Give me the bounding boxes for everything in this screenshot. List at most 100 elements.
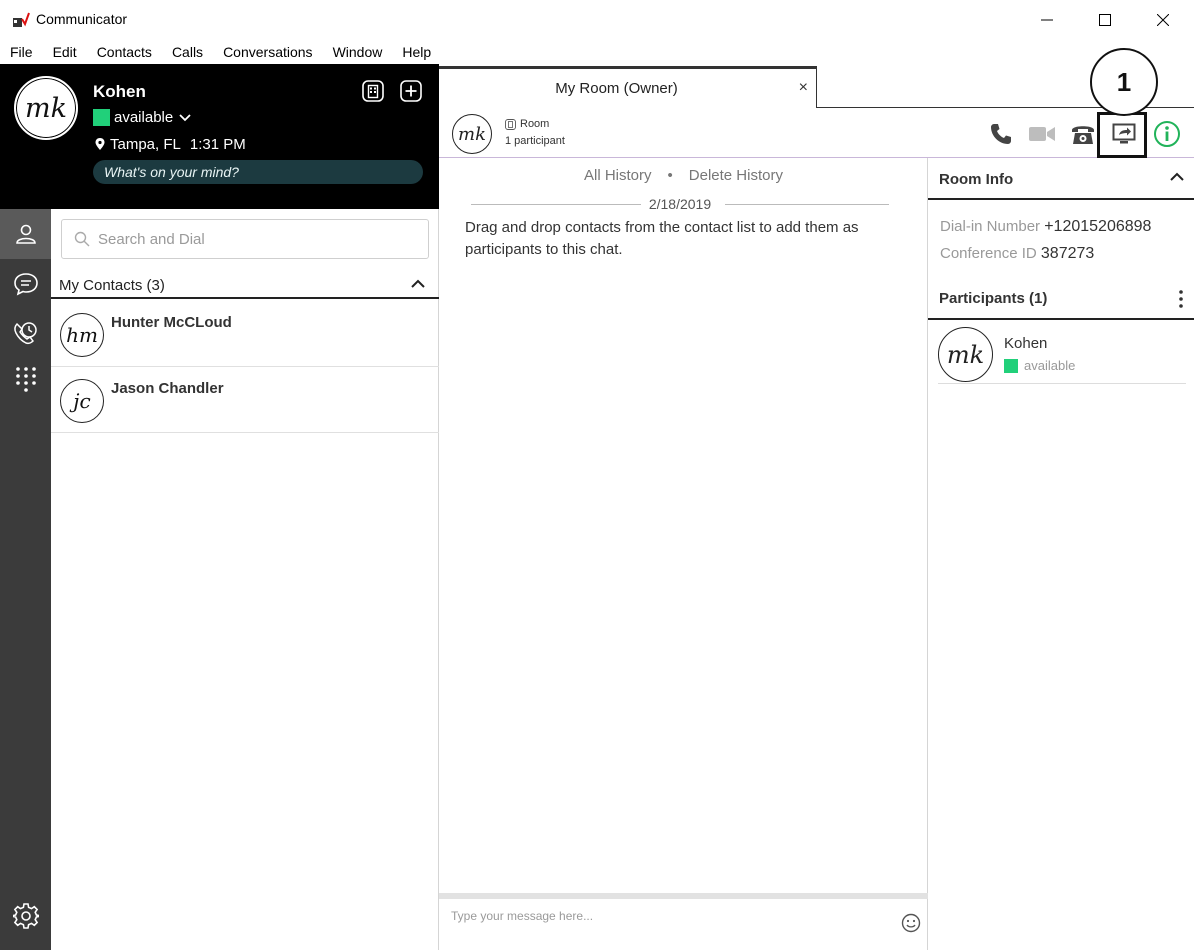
contact-avatar: jc [60, 379, 104, 423]
participant-status: available [1004, 358, 1075, 373]
date-line-right [725, 204, 889, 205]
callout-number: 1 [1090, 48, 1158, 116]
contacts-icon [15, 224, 36, 244]
history-links: All History • Delete History [439, 167, 928, 184]
dialin-value[interactable]: +12015206898 [1044, 218, 1151, 235]
call-history-icon [13, 322, 37, 345]
chevron-up-icon[interactable] [1170, 172, 1184, 182]
rail-chat-button[interactable] [0, 259, 51, 309]
menu-conversations[interactable]: Conversations [223, 44, 313, 60]
close-window-button[interactable] [1134, 0, 1192, 40]
participant-avatar: mk [938, 327, 993, 382]
date-separator: 2/18/2019 [471, 196, 889, 214]
presence-dropdown[interactable]: available [93, 109, 191, 126]
maximize-icon [1099, 14, 1111, 26]
dialpad-icon [15, 367, 36, 392]
menu-edit[interactable]: Edit [53, 44, 77, 60]
settings-button[interactable] [0, 891, 51, 941]
participant-status-label: available [1024, 358, 1076, 373]
building-icon [505, 118, 516, 130]
room-type: Room [505, 118, 549, 130]
menu-file[interactable]: File [10, 44, 33, 60]
presence-indicator [93, 109, 110, 126]
message-input[interactable] [451, 909, 891, 923]
message-composer [439, 899, 928, 950]
contact-list-item[interactable]: hm Hunter McCLoud [51, 301, 439, 367]
chat-icon [13, 273, 38, 296]
room-type-label: Room [520, 118, 550, 130]
empty-chat-hint: Drag and drop contacts from the contact … [465, 219, 859, 258]
rail-history-button[interactable] [0, 309, 51, 359]
phone-icon [991, 124, 1011, 144]
room-info-header[interactable]: Room Info [928, 158, 1194, 200]
contact-name: Jason Chandler [111, 380, 224, 397]
rail-dialpad-button[interactable] [0, 354, 51, 404]
menu-contacts[interactable]: Contacts [97, 44, 152, 60]
navigation-rail [0, 209, 51, 950]
menu-window[interactable]: Window [333, 44, 383, 60]
search-icon [74, 231, 90, 247]
presence-indicator [1004, 358, 1018, 373]
conference-id-value[interactable]: 387273 [1041, 245, 1094, 262]
presence-label: available [114, 109, 174, 126]
close-icon [1157, 14, 1169, 26]
window-title: Communicator [36, 11, 128, 27]
emoji-icon[interactable] [901, 913, 921, 933]
room-info-panel: Room Info Dial-in Number +12015206898 Co… [928, 158, 1194, 950]
search-box[interactable] [61, 219, 429, 259]
video-camera-icon [1029, 127, 1055, 141]
menu-calls[interactable]: Calls [172, 44, 203, 60]
menu-bar: File Edit Contacts Calls Conversations W… [0, 40, 1194, 64]
profile-header: mk Kohen available Tampa, FL 1:31 PM Wha… [0, 64, 439, 209]
participants-title: Participants (1) [939, 290, 1048, 307]
mood-input[interactable]: What's on your mind? [93, 160, 423, 184]
audio-call-button[interactable] [987, 120, 1015, 148]
desk-phone-icon [1072, 126, 1094, 144]
rail-contacts-button[interactable] [0, 209, 51, 259]
minimize-button[interactable] [1018, 0, 1076, 40]
more-options-icon[interactable] [1178, 288, 1184, 310]
video-call-button[interactable] [1028, 120, 1056, 148]
menu-help[interactable]: Help [402, 44, 431, 60]
all-history-link[interactable]: All History [584, 167, 652, 184]
profile-avatar[interactable]: mk [14, 76, 78, 140]
participants-header: Participants (1) [928, 284, 1194, 320]
conference-id-label: Conference ID [940, 245, 1037, 262]
search-input[interactable] [98, 230, 418, 248]
tab-my-room[interactable]: My Room (Owner) × [439, 66, 817, 108]
tab-close-button[interactable]: × [799, 79, 808, 97]
dialin-label: Dial-in Number [940, 218, 1041, 235]
app-icon [13, 12, 30, 27]
maximize-button[interactable] [1076, 0, 1134, 40]
location: Tampa, FL 1:31 PM [95, 136, 246, 153]
location-city: Tampa, FL [110, 136, 181, 153]
location-pin-icon [95, 138, 105, 150]
history-separator: • [667, 167, 673, 184]
delete-history-link[interactable]: Delete History [689, 167, 783, 184]
contact-group-header[interactable]: My Contacts (3) [51, 273, 439, 299]
building-icon[interactable] [362, 80, 384, 102]
desk-phone-button[interactable] [1069, 120, 1097, 148]
title-bar: Communicator [0, 0, 1194, 40]
contact-name: Hunter McCLoud [111, 314, 232, 331]
participant-item[interactable]: mk Kohen available [938, 322, 1186, 384]
room-info-title: Room Info [939, 171, 1014, 188]
contacts-pane: My Contacts (3) hm Hunter McCLoud jc Jas… [51, 209, 439, 950]
dialin-number-row: Dial-in Number +12015206898 [940, 218, 1151, 236]
participant-name: Kohen [1004, 335, 1048, 352]
local-time: 1:31 PM [189, 136, 246, 153]
chat-pane: All History • Delete History 2/18/2019 Dra… [439, 158, 928, 894]
room-avatar: mk [452, 114, 492, 154]
minimize-icon [1041, 19, 1053, 21]
room-info-button[interactable] [1153, 120, 1181, 148]
room-header: mk Room 1 participant [439, 108, 1194, 158]
chevron-up-icon[interactable] [411, 279, 425, 289]
settings-icon [12, 903, 39, 929]
contact-group-label: My Contacts (3) [59, 276, 165, 294]
conversation-tabs: My Room (Owner) × [439, 64, 1194, 108]
callout-highlight-box [1097, 112, 1147, 158]
participant-count: 1 participant [505, 135, 565, 147]
add-icon[interactable] [400, 80, 422, 102]
info-icon [1154, 121, 1180, 147]
contact-list-item[interactable]: jc Jason Chandler [51, 367, 439, 433]
